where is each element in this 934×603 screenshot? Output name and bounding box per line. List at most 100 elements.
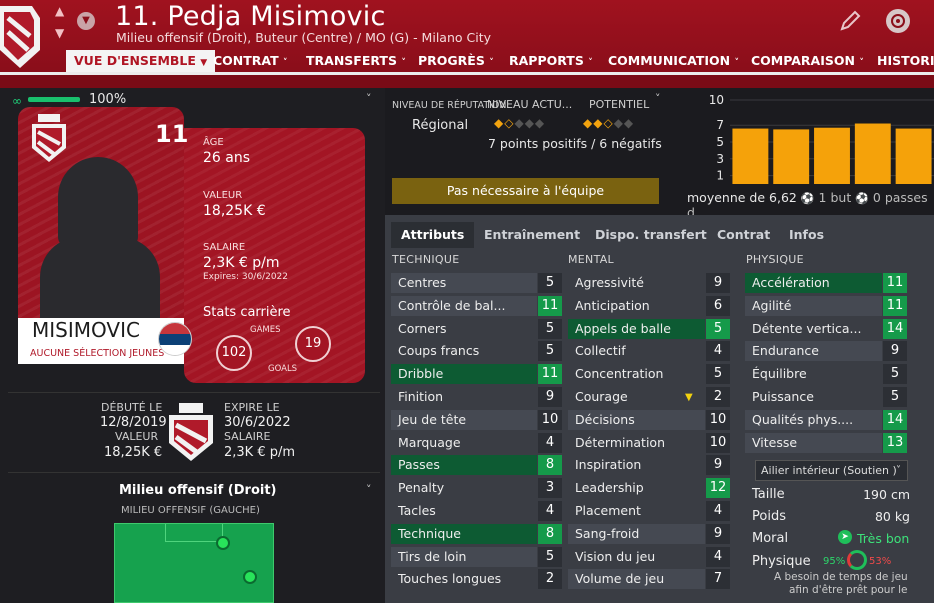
attribute-name: Coups francs [391,341,537,362]
attribute-row[interactable]: Collectif 4 [568,341,730,362]
tab-communication[interactable]: COMMUNICATION ˅ [608,53,739,68]
value-value: 18,25K € [203,203,266,219]
attribute-row[interactable]: Appels de balle 5 [568,318,730,339]
attribute-row[interactable]: Endurance 9 [745,341,907,362]
reputation-collapse-icon[interactable]: ˅ [655,92,661,105]
attribute-trend-icon: ▼ [685,392,693,403]
attribute-row[interactable]: Leadership 12 [568,478,730,499]
tab-transfers[interactable]: TRANSFERTS ˅ [306,53,406,68]
chevron-up-icon[interactable]: ▲ [55,4,64,18]
tab-progress[interactable]: PROGRÈS ˅ [418,53,494,68]
attribute-row[interactable]: Dribble 11 [391,364,562,385]
attribute-row[interactable]: Détermination 10 [568,432,730,453]
attribute-row[interactable]: Tacles 4 [391,501,562,521]
attribute-value: 14 [883,409,907,430]
debut-value: 18,25K € [104,445,163,460]
attribute-row[interactable]: Corners 5 [391,318,562,339]
attribute-value: 13 [883,432,907,453]
attribute-row[interactable]: Anticipation 6 [568,295,730,316]
chart-y-tick: 1 [716,169,724,183]
attribute-value: 9 [706,273,730,293]
tab-history[interactable]: HISTORIQ [877,53,934,68]
games-count: 102 [216,335,252,371]
attribute-row[interactable]: Accélération 11 [745,273,907,293]
attribute-row[interactable]: Technique 8 [391,523,562,544]
attribute-row[interactable]: Marquage 4 [391,432,562,453]
attribute-row[interactable]: Agressivité 9 [568,273,730,293]
attribute-row[interactable]: Centres 5 [391,273,562,293]
tab-transfer-status[interactable]: Dispo. transfert [595,227,707,242]
tab-reports[interactable]: RAPPORTS ˅ [509,53,593,68]
attribute-name: Sang-froid [568,523,705,544]
attribute-value: 11 [883,295,907,316]
squad-status-button[interactable]: Pas nécessaire à l'équipe [392,178,659,204]
tab-contract[interactable]: CONTRAT ˅ [213,53,288,68]
attribute-row[interactable]: Agilité 11 [745,295,907,316]
attribute-name: Collectif [568,341,705,362]
tab-contract-info[interactable]: Contrat [717,227,770,242]
attribute-row[interactable]: Tirs de loin 5 [391,546,562,567]
attribute-name: Finition [391,387,537,407]
tab-comparison[interactable]: COMPARAISON ˅ [751,53,864,68]
attribute-row[interactable]: Vitesse 13 [745,432,907,453]
manager-avatar-icon[interactable] [886,9,910,33]
attribute-row[interactable]: Inspiration 9 [568,455,730,476]
chart-bar[interactable] [732,128,769,184]
attribute-row[interactable]: Détente vertica... 14 [745,318,907,339]
player-silhouette-head [58,157,138,247]
edit-pencil-icon[interactable] [838,9,862,33]
attribute-row[interactable]: Contrôle de bal... 11 [391,295,562,316]
attribute-row[interactable]: Touches longues 2 [391,569,562,590]
role-select[interactable]: Ailier intérieur (Soutien ) ˅ [755,460,908,481]
physique-header: PHYSIQUE [746,253,804,266]
card-player-name: MISIMOVIC [32,318,140,342]
attribute-row[interactable]: Passes 8 [391,455,562,476]
attribute-name: Tacles [391,501,537,521]
attribute-row[interactable]: Penalty 3 [391,478,562,499]
morale-arrow-icon: ➤ [838,530,852,544]
tab-training[interactable]: Entraînement [484,227,580,242]
chart-bar[interactable] [814,127,850,184]
attribute-row[interactable]: Équilibre 5 [745,364,907,385]
attribute-value: 12 [706,478,730,499]
chart-y-tick: 3 [716,152,724,166]
chevron-down-icon[interactable]: ▼ [55,26,64,40]
attribute-row[interactable]: Qualités phys.... 14 [745,409,907,430]
attribute-row[interactable]: Placement 4 [568,501,730,521]
attribute-row[interactable]: Courage 2 [568,387,730,407]
attribute-name: Dribble [391,364,537,385]
attribute-row[interactable]: Vision du jeu 4 [568,546,730,567]
panel-collapse-icon[interactable]: ˅ [366,92,372,105]
attribute-value: 7 [706,569,730,590]
attribute-row[interactable]: Jeu de tête 10 [391,409,562,430]
attribute-name: Anticipation [568,295,705,316]
tab-overview[interactable]: VUE D'ENSEMBLE ▼ [66,50,216,72]
dropdown-toggle-icon[interactable]: ▼ [77,12,95,30]
height-value: 190 cm [863,487,910,502]
attribute-row[interactable]: Puissance 5 [745,387,907,407]
player-subtitle: Milieu offensif (Droit), Buteur (Centre)… [116,30,491,45]
ball-icon: ⚽ [800,192,815,205]
chart-bar[interactable] [773,129,810,184]
attribute-row[interactable]: Sang-froid 9 [568,523,730,544]
attribute-name: Centres [391,273,537,293]
tab-info[interactable]: Infos [789,227,824,242]
player-silhouette-body [40,237,160,327]
chart-bar[interactable] [854,123,891,184]
chart-bar[interactable] [895,128,932,184]
form-average: moyenne de 6,62 [687,190,797,205]
attribute-row[interactable]: Finition 9 [391,387,562,407]
match-fitness-ring [847,550,867,570]
attribute-row[interactable]: Décisions 10 [568,409,730,430]
attribute-row[interactable]: Volume de jeu 7 [568,569,730,590]
tab-attributes[interactable]: Attributs [391,222,475,248]
attribute-row[interactable]: Coups francs 5 [391,341,562,362]
attribute-name: Endurance [745,341,882,362]
mental-header: MENTAL [568,253,614,266]
position-collapse-icon[interactable]: ˅ [366,483,372,496]
weight-label: Poids [752,509,786,524]
attribute-row[interactable]: Concentration 5 [568,364,730,385]
attribute-value: 5 [883,364,907,385]
attribute-value: 4 [538,501,562,521]
attribute-value: 10 [706,432,730,453]
